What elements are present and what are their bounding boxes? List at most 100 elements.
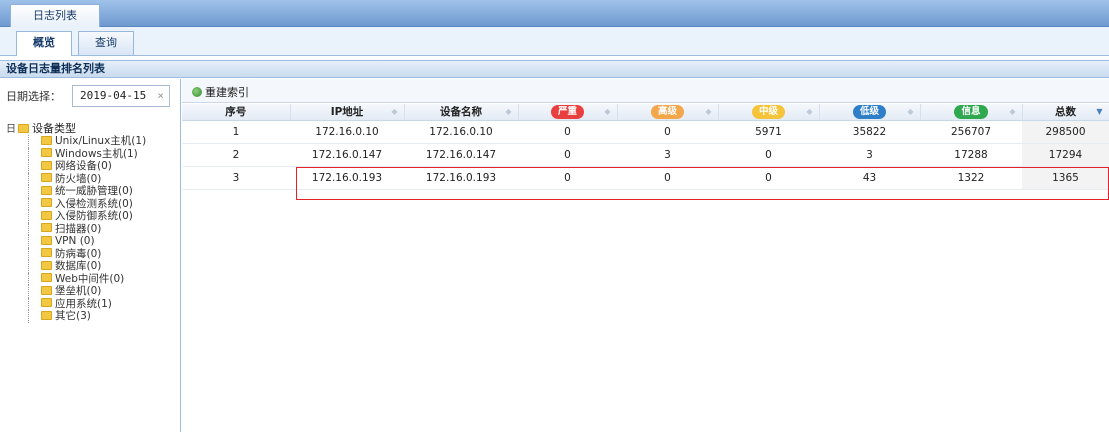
folder-icon — [41, 310, 52, 320]
tree-item-label: Windows主机(1) — [55, 147, 138, 160]
cell-total: 1365 — [1022, 166, 1109, 190]
date-input[interactable]: 2019-04-15 × — [72, 85, 170, 107]
info-badge: 信息 — [954, 104, 988, 119]
sort-icon: ◆ — [806, 107, 813, 116]
tree-line — [28, 272, 29, 285]
cell-severe: 0 — [518, 166, 617, 190]
sort-icon: ◆ — [705, 107, 712, 116]
rebuild-label: 重建索引 — [205, 86, 249, 99]
rebuild-icon — [192, 87, 202, 97]
cell-ip: 172.16.0.193 — [290, 166, 404, 190]
folder-icon — [41, 185, 52, 195]
tree-item[interactable]: 入侵检测系统(0) — [6, 197, 146, 210]
sort-desc-icon: ▼ — [1096, 107, 1103, 116]
table-row[interactable]: 1 172.16.0.10 172.16.0.10 0 0 5971 35822 256707… — [182, 120, 1109, 144]
tree-item[interactable]: 防病毒(0) — [6, 247, 146, 260]
tree-line — [28, 197, 29, 210]
sort-icon: ◆ — [505, 107, 512, 116]
cell-total: 17294 — [1022, 143, 1109, 167]
tree-item[interactable]: VPN (0) — [6, 235, 146, 248]
high-badge: 高级 — [650, 104, 684, 119]
tree-item[interactable]: 防火墙(0) — [6, 172, 146, 185]
tree-item-label: 扫描器(0) — [55, 222, 102, 235]
tree-line — [28, 260, 29, 273]
rebuild-index-button[interactable]: 重建索引 — [192, 84, 249, 100]
clear-date-icon[interactable]: × — [157, 86, 164, 106]
cell-total: 298500 — [1022, 120, 1109, 144]
tree-item-label: Unix/Linux主机(1) — [55, 135, 147, 147]
header-info[interactable]: 信息 ◆ — [920, 104, 1023, 121]
folder-icon — [41, 223, 52, 232]
cell-high: 0 — [617, 120, 718, 144]
tree-item[interactable]: Unix/Linux主机(1) — [6, 135, 146, 148]
cell-severe: 0 — [518, 143, 617, 167]
tree-item-label: 统一威胁管理(0) — [55, 185, 133, 197]
header-total[interactable]: 总数 ▼ — [1022, 104, 1109, 121]
header-mid[interactable]: 中级 ◆ — [718, 104, 820, 121]
header-high[interactable]: 高级 ◆ — [617, 104, 719, 121]
tree-item-label: 入侵防御系统(0) — [55, 210, 133, 222]
tree-item-label: 入侵检测系统(0) — [55, 197, 133, 210]
header-severe[interactable]: 严重 ◆ — [518, 104, 618, 121]
header-ip[interactable]: IP地址 ◆ — [290, 104, 405, 121]
cell-info: 17288 — [920, 143, 1022, 167]
tree-item[interactable]: Web中间件(0) — [6, 272, 146, 285]
tab-log-list[interactable]: 日志列表 — [10, 4, 100, 27]
header-name[interactable]: 设备名称 ◆ — [404, 104, 519, 121]
tree-item[interactable]: 扫描器(0) — [6, 222, 146, 235]
tree-item[interactable]: 应用系统(1) — [6, 297, 146, 310]
device-log-table: 序号 IP地址 ◆ 设备名称 ◆ 严重 ◆ 高级 ◆ 中级 ◆ 低级 ◆ 信息 ◆ 总数 ▼ 1… — [182, 104, 1109, 190]
folder-icon — [41, 173, 52, 182]
folder-icon — [41, 210, 52, 220]
folder-icon — [41, 160, 52, 170]
tree-item[interactable]: Windows主机(1) — [6, 147, 146, 160]
tree-line — [28, 147, 29, 160]
cell-seq: 3 — [182, 166, 290, 190]
tree-line — [28, 135, 29, 148]
cell-info: 1322 — [920, 166, 1022, 190]
table-row[interactable]: 2 172.16.0.147 172.16.0.147 0 3 0 3 17288 17294 — [182, 143, 1109, 167]
tree-item[interactable]: 堡垒机(0) — [6, 285, 146, 298]
tree-item-label: VPN (0) — [55, 235, 95, 247]
folder-icon — [41, 285, 52, 295]
cell-low: 3 — [819, 143, 920, 167]
folder-icon — [41, 273, 52, 282]
table-row[interactable]: 3 172.16.0.193 172.16.0.193 0 0 0 43 1322 1365 — [182, 166, 1109, 190]
tab-query[interactable]: 查询 — [78, 31, 134, 55]
folder-icon — [41, 248, 52, 257]
mid-badge: 中级 — [751, 104, 785, 119]
severe-badge: 严重 — [550, 104, 584, 119]
cell-seq: 2 — [182, 143, 290, 167]
cell-ip: 172.16.0.147 — [290, 143, 404, 167]
tree-item[interactable]: 入侵防御系统(0) — [6, 210, 146, 223]
tree-root[interactable]: 日设备类型 — [6, 122, 146, 135]
cell-seq: 1 — [182, 120, 290, 144]
tree-line — [28, 310, 29, 323]
header-low[interactable]: 低级 ◆ — [819, 104, 921, 121]
cell-high: 0 — [617, 166, 718, 190]
folder-icon — [41, 135, 52, 145]
right-panel: 重建索引 序号 IP地址 ◆ 设备名称 ◆ 严重 ◆ 高级 ◆ 中级 ◆ 低级 ◆ 信息 ◆ … — [182, 79, 1109, 432]
tree-item-label: Web中间件(0) — [55, 272, 125, 285]
header-seq[interactable]: 序号 — [182, 104, 291, 121]
tree-line — [28, 297, 29, 310]
tree-item[interactable]: 数据库(0) — [6, 260, 146, 273]
tree-item[interactable]: 统一威胁管理(0) — [6, 185, 146, 198]
tree-line — [28, 160, 29, 173]
tab-overview[interactable]: 概览 — [16, 31, 72, 56]
tree-item[interactable]: 网络设备(0) — [6, 160, 146, 173]
cell-mid: 5971 — [718, 120, 819, 144]
tree-item[interactable]: 其它(3) — [6, 310, 146, 323]
folder-icon — [18, 123, 29, 133]
tree-item-label: 其它(3) — [55, 310, 91, 322]
tree-line — [28, 185, 29, 198]
cell-info: 256707 — [920, 120, 1022, 144]
folder-icon — [41, 260, 52, 270]
device-type-tree: 日设备类型 Unix/Linux主机(1) Windows主机(1) 网络设备(0)… — [6, 122, 146, 323]
tree-item-label: 堡垒机(0) — [55, 285, 102, 297]
cell-severe: 0 — [518, 120, 617, 144]
cell-name: 172.16.0.10 — [404, 120, 518, 144]
cell-mid: 0 — [718, 166, 819, 190]
cell-mid: 0 — [718, 143, 819, 167]
date-value: 2019-04-15 — [80, 89, 147, 102]
